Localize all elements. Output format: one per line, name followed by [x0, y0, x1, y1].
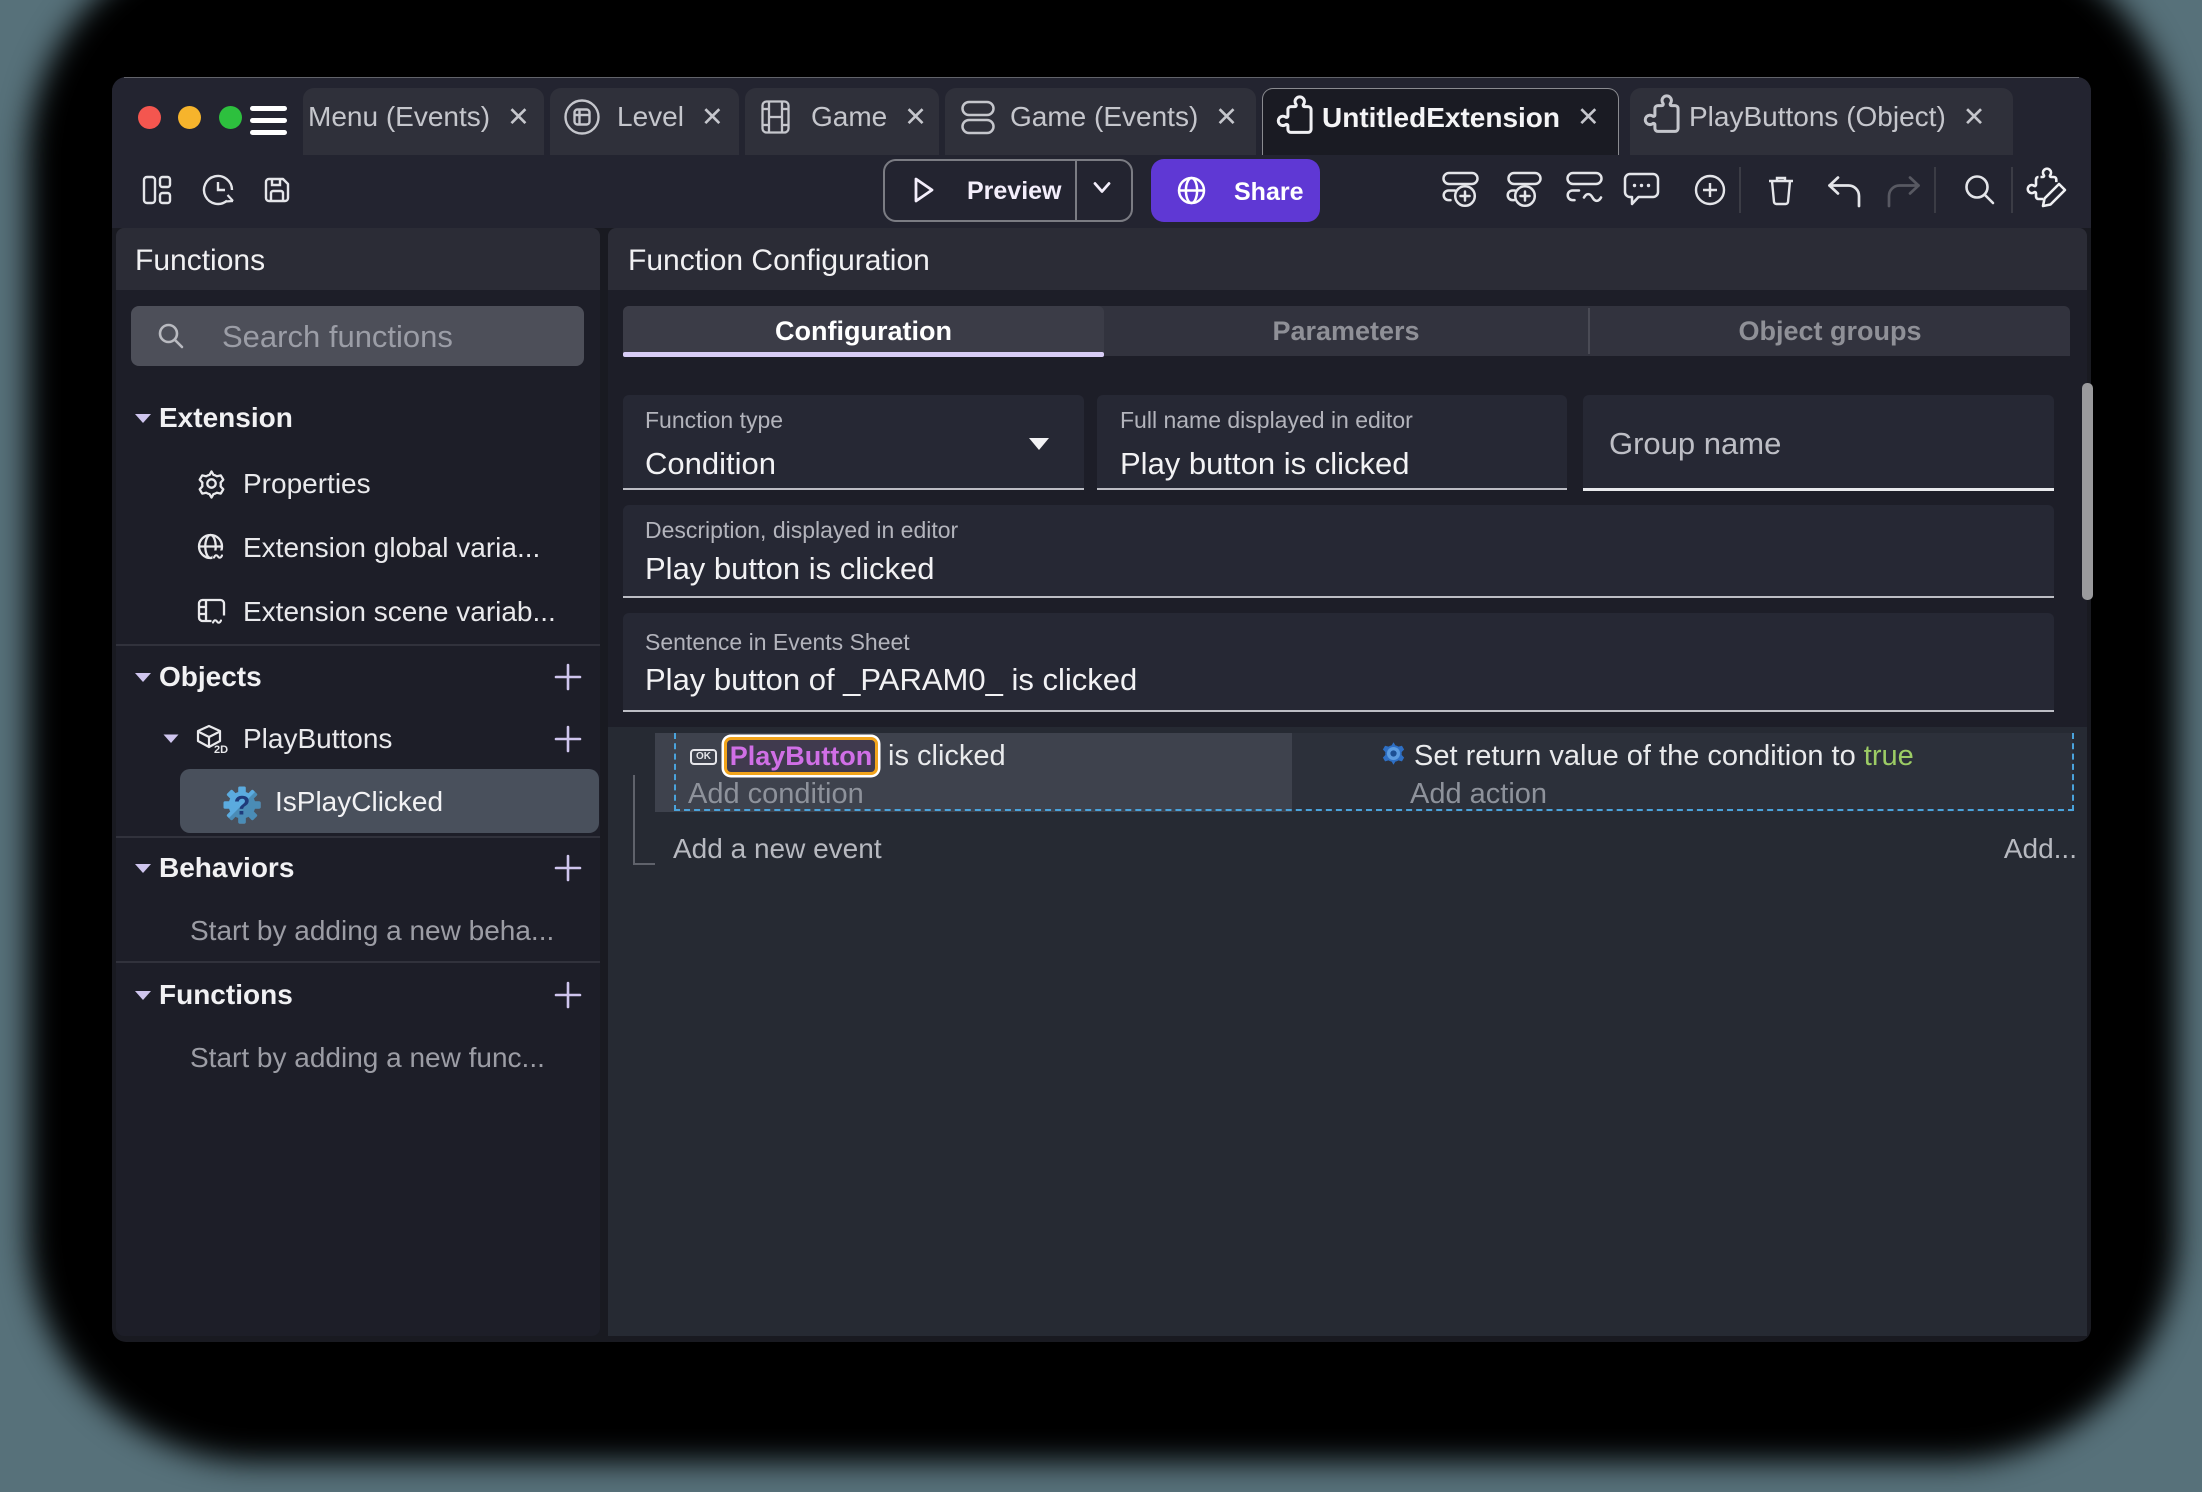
svg-text:?: ? [234, 791, 251, 821]
svg-text:2D: 2D [214, 744, 228, 756]
